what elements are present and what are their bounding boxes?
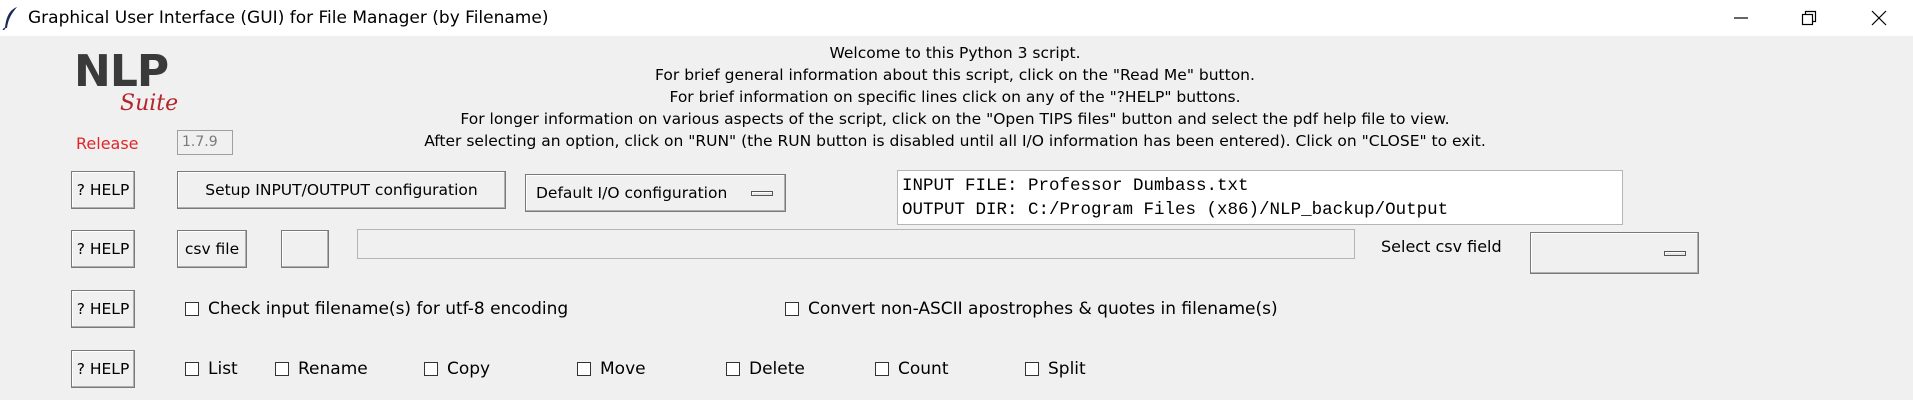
count-label: Count — [898, 359, 949, 379]
nlp-logo-text: NLP — [74, 46, 169, 97]
checkbox-box[interactable] — [185, 302, 199, 316]
csv-field-menu[interactable] — [1530, 232, 1699, 274]
restore-button[interactable] — [1775, 0, 1843, 36]
count-checkbox[interactable]: Count — [875, 359, 949, 379]
help-button-csv[interactable]: ? HELP — [71, 230, 135, 268]
window-title: Graphical User Interface (GUI) for File … — [28, 8, 549, 28]
close-window-button[interactable] — [1845, 0, 1913, 36]
output-dir-text: OUTPUT DIR: C:/Program Files (x86)/NLP_b… — [902, 200, 1449, 220]
list-checkbox[interactable]: List — [185, 359, 238, 379]
split-label: Split — [1048, 359, 1086, 379]
intro-line: Welcome to this Python 3 script. — [829, 44, 1081, 62]
rename-label: Rename — [298, 359, 368, 379]
intro-text: Welcome to this Python 3 script. For bri… — [300, 42, 1610, 152]
convert-ascii-checkbox[interactable]: Convert non-ASCII apostrophes & quotes i… — [785, 299, 1278, 319]
io-config-value: Default I/O configuration — [536, 184, 728, 202]
io-config-menu[interactable]: Default I/O configuration — [525, 174, 786, 212]
rename-checkbox[interactable]: Rename — [275, 359, 368, 379]
csv-file-button[interactable]: csv file — [177, 230, 247, 268]
checkbox-box[interactable] — [275, 362, 289, 376]
intro-line: After selecting an option, click on "RUN… — [424, 132, 1486, 150]
csv-path-entry[interactable] — [357, 229, 1355, 259]
utf8-check-label: Check input filename(s) for utf-8 encodi… — [208, 299, 569, 319]
list-label: List — [208, 359, 238, 379]
checkbox-box[interactable] — [185, 362, 199, 376]
intro-line: For brief information on specific lines … — [669, 88, 1241, 106]
checkbox-box[interactable] — [875, 362, 889, 376]
move-label: Move — [600, 359, 646, 379]
io-info-box: INPUT FILE: Professor Dumbass.txt OUTPUT… — [897, 170, 1623, 225]
setup-io-button[interactable]: Setup INPUT/OUTPUT configuration — [177, 171, 506, 209]
minimize-button[interactable] — [1707, 0, 1775, 36]
convert-ascii-label: Convert non-ASCII apostrophes & quotes i… — [808, 299, 1278, 319]
csv-open-button[interactable] — [281, 230, 329, 268]
delete-checkbox[interactable]: Delete — [726, 359, 805, 379]
version-field: 1.7.9 — [177, 130, 233, 155]
help-button-encoding[interactable]: ? HELP — [71, 290, 135, 328]
checkbox-box[interactable] — [577, 362, 591, 376]
menu-indicator-icon — [1664, 251, 1686, 256]
menu-indicator-icon — [751, 191, 773, 196]
copy-label: Copy — [447, 359, 491, 379]
checkbox-box[interactable] — [726, 362, 740, 376]
title-bar: Graphical User Interface (GUI) for File … — [0, 0, 1913, 36]
restore-icon — [1801, 10, 1817, 26]
input-file-text: INPUT FILE: Professor Dumbass.txt — [902, 176, 1249, 196]
release-label: Release — [76, 134, 139, 153]
suite-logo-text: Suite — [120, 91, 179, 116]
checkbox-box[interactable] — [424, 362, 438, 376]
intro-line: For longer information on various aspect… — [460, 110, 1450, 128]
help-button-io[interactable]: ? HELP — [71, 171, 135, 209]
checkbox-box[interactable] — [1025, 362, 1039, 376]
intro-line: For brief general information about this… — [655, 66, 1255, 84]
feather-icon — [2, 7, 17, 30]
copy-checkbox[interactable]: Copy — [424, 359, 490, 379]
close-icon — [1871, 10, 1887, 26]
minimize-icon — [1734, 17, 1748, 19]
select-csv-field-label: Select csv field — [1381, 237, 1502, 256]
split-checkbox[interactable]: Split — [1025, 359, 1086, 379]
checkbox-box[interactable] — [785, 302, 799, 316]
move-checkbox[interactable]: Move — [577, 359, 646, 379]
delete-label: Delete — [749, 359, 805, 379]
utf8-check-checkbox[interactable]: Check input filename(s) for utf-8 encodi… — [185, 299, 568, 319]
help-button-operations[interactable]: ? HELP — [71, 350, 135, 388]
